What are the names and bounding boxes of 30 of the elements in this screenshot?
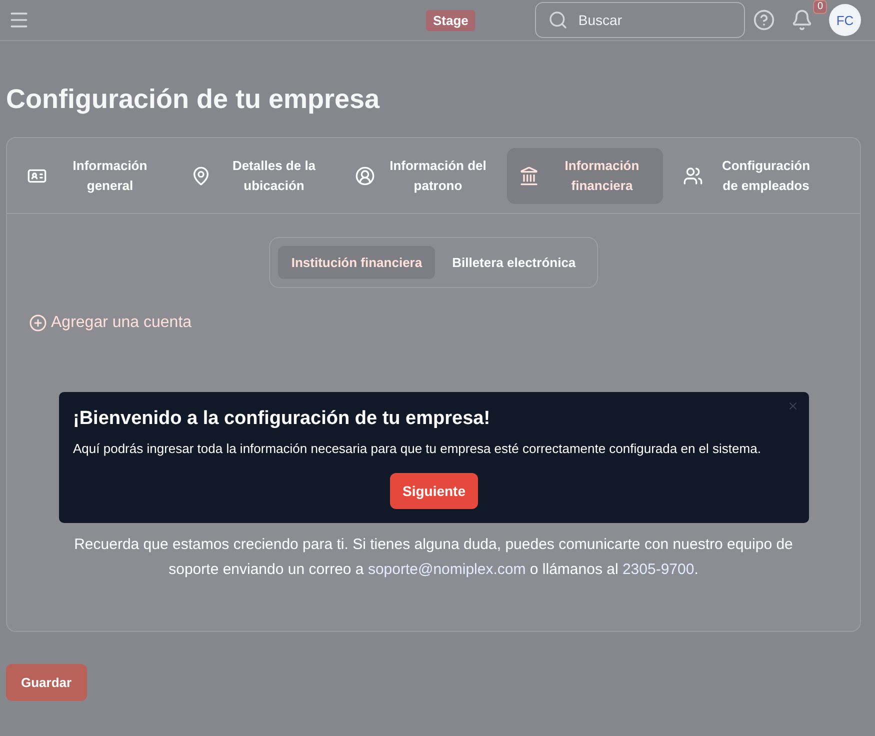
bank-icon — [519, 166, 539, 186]
page-title: Configuración de tu empresa — [6, 84, 381, 115]
search-input[interactable]: Buscar — [576, 11, 720, 29]
add-account-link[interactable]: Agregar una cuenta — [29, 314, 192, 332]
close-icon[interactable] — [787, 400, 799, 412]
help-icon[interactable] — [753, 9, 775, 31]
notification-count: 0 — [813, 0, 827, 14]
phone-link[interactable]: 2305-9700 — [622, 561, 694, 578]
map-pin-icon — [191, 166, 211, 186]
user-circle-icon — [355, 166, 375, 186]
popup-title: ¡Bienvenido a la configuración de tu empresa! — [73, 408, 492, 430]
plus-circle-icon — [29, 314, 47, 332]
settings-tab[interactable]: Información financiera — [507, 148, 663, 204]
search-icon — [548, 10, 568, 30]
email-link[interactable]: soporte@nomiplex.com — [368, 561, 526, 578]
popup-body: Aquí podrás ingresar toda la información necesaria para que tu empresa esté correctamente configurada en el sistema. — [73, 440, 762, 458]
support-text: Recuerda que estamos creciendo para ti. Si tienes alguna duda, puedes comunicarte con nuestro equipo de soporte enviando un correo a soporte@nomiplex.com o llámanos al 2305-9700. — [73, 535, 794, 580]
user-avatar[interactable]: FC — [829, 4, 861, 36]
bell-icon[interactable] — [791, 9, 813, 31]
next-button[interactable]: Siguiente — [390, 473, 478, 509]
search-field[interactable]: Buscar — [535, 2, 746, 38]
subtab[interactable]: Billetera electrónica — [439, 246, 589, 279]
environment-badge: Stage — [426, 10, 476, 30]
settings-tab[interactable]: Configuración de empleados — [671, 148, 827, 204]
save-button[interactable]: Guardar — [6, 664, 87, 701]
subtab[interactable]: Institución financiera — [278, 246, 436, 279]
people-icon — [683, 166, 703, 186]
settings-tab[interactable]: Información del patrono — [343, 148, 499, 204]
settings-tab[interactable]: Detalles de la ubicación — [179, 148, 335, 204]
settings-tab[interactable]: Información general — [15, 148, 171, 204]
